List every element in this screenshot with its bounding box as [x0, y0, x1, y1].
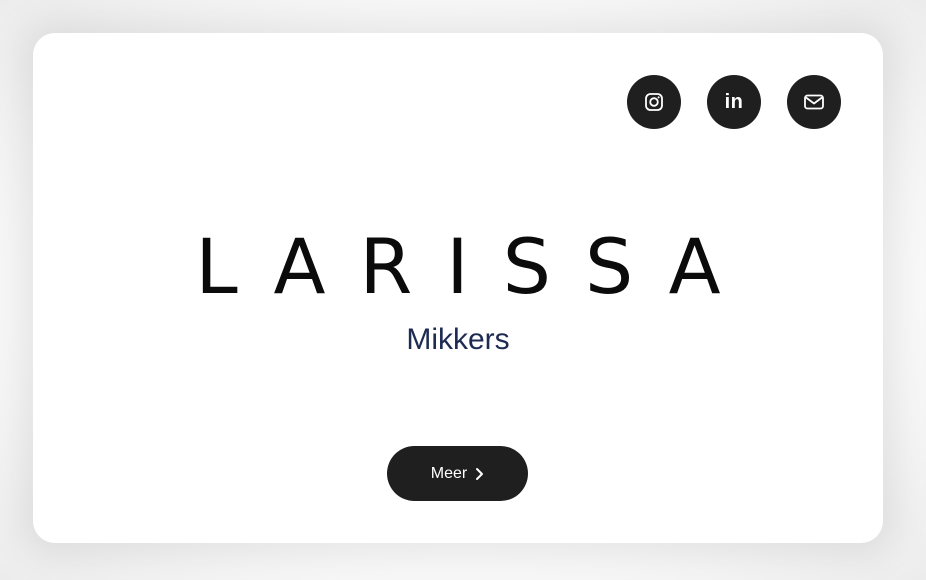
last-name-subheading: Mikkers: [406, 323, 510, 356]
email-button[interactable]: [787, 75, 841, 129]
linkedin-icon: in: [724, 91, 744, 113]
meer-button[interactable]: Meer: [387, 446, 528, 501]
mail-icon: [804, 94, 824, 110]
social-links: in: [627, 75, 841, 129]
linkedin-button[interactable]: in: [707, 75, 761, 129]
first-name-heading: LARISSA: [195, 222, 755, 311]
instagram-button[interactable]: [627, 75, 681, 129]
instagram-icon: [645, 93, 663, 111]
meer-button-label: Meer: [430, 464, 468, 482]
profile-card: in LARISSA Mikkers Meer: [33, 33, 883, 543]
chevron-right-icon: [476, 467, 484, 480]
